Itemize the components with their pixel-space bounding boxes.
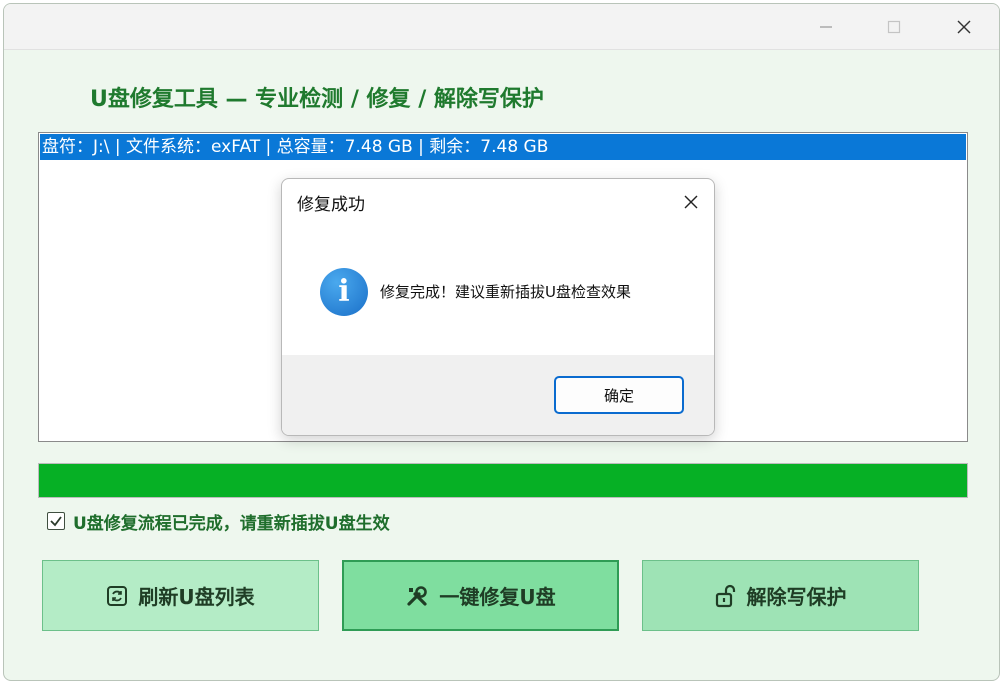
one-click-repair-button[interactable]: 一键修复U盘	[342, 560, 619, 631]
dialog-footer: 确定	[282, 355, 714, 435]
close-icon	[684, 195, 698, 209]
maximize-button[interactable]	[871, 4, 917, 50]
close-icon	[957, 20, 971, 34]
status-text: U盘修复流程已完成，请重新插拔U盘生效	[73, 513, 390, 534]
dialog-message: 修复完成！建议重新插拔U盘检查效果	[380, 283, 631, 301]
unlock-button-label: 解除写保护	[746, 585, 847, 609]
success-dialog: 修复成功 i 修复完成！建议重新插拔U盘检查效果 确定	[281, 178, 715, 436]
repair-button-label: 一键修复U盘	[439, 585, 556, 609]
status-checkbox[interactable]	[47, 512, 65, 530]
remove-write-protection-button[interactable]: 解除写保护	[642, 560, 919, 631]
ok-button[interactable]: 确定	[554, 376, 684, 414]
dialog-close-button[interactable]	[674, 185, 708, 219]
title-bar	[4, 4, 999, 50]
maximize-icon	[887, 20, 901, 34]
check-icon	[50, 516, 62, 527]
unlock-icon	[715, 584, 735, 607]
drive-list-item[interactable]: 盘符：J:\ | 文件系统：exFAT | 总容量：7.48 GB | 剩余：7…	[40, 134, 966, 160]
close-button[interactable]	[941, 4, 987, 50]
refresh-button-label: 刷新U盘列表	[138, 585, 255, 609]
progress-bar	[38, 463, 968, 498]
minimize-button[interactable]	[803, 4, 849, 50]
status-row: U盘修复流程已完成，请重新插拔U盘生效	[47, 509, 390, 534]
app-title: U盘修复工具 — 专业检测 / 修复 / 解除写保护	[90, 87, 544, 112]
dialog-body: i 修复完成！建议重新插拔U盘检查效果	[282, 225, 714, 355]
refresh-drive-list-button[interactable]: 刷新U盘列表	[42, 560, 319, 631]
dialog-title: 修复成功	[297, 195, 365, 215]
progress-fill	[39, 464, 967, 497]
app-window: U盘修复工具 — 专业检测 / 修复 / 解除写保护 盘符：J:\ | 文件系统…	[3, 3, 1000, 681]
refresh-icon	[107, 585, 128, 606]
tools-icon	[407, 585, 428, 606]
info-icon: i	[320, 268, 368, 316]
minimize-icon	[820, 26, 832, 28]
